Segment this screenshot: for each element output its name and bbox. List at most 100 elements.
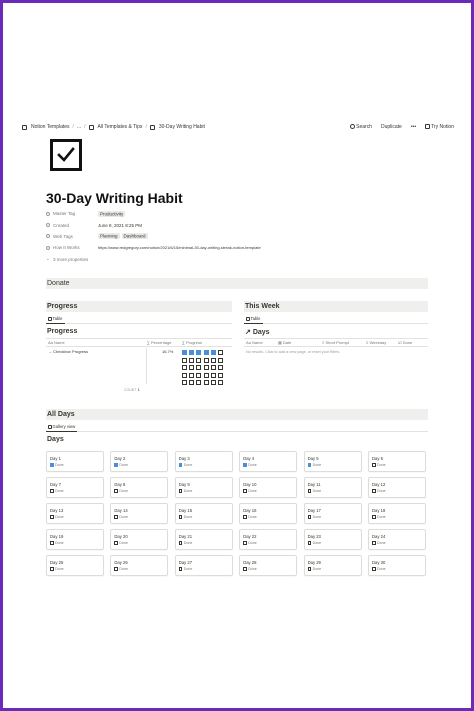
column-header-name[interactable]: Aa Name: [48, 339, 65, 346]
done-checkbox[interactable]: [50, 541, 54, 545]
property-how-it-works[interactable]: How It Works https://www.redgregory.com/…: [46, 242, 426, 253]
day-card[interactable]: Day 6 Done: [368, 451, 426, 472]
done-checkbox[interactable]: [114, 515, 118, 519]
day-card[interactable]: Day 8 Done: [110, 477, 169, 498]
day-card[interactable]: Day 30 Done: [368, 555, 426, 576]
done-label: Done: [248, 462, 257, 467]
done-checkbox[interactable]: [372, 515, 376, 519]
done-checkbox[interactable]: [243, 541, 247, 545]
day-card[interactable]: Day 13 Done: [46, 503, 104, 524]
done-checkbox[interactable]: [178, 515, 183, 519]
done-checkbox[interactable]: [50, 463, 54, 467]
progress-checkbox-cell: [210, 357, 216, 363]
day-card[interactable]: Day 22 Done: [239, 529, 298, 550]
done-checkbox[interactable]: [178, 567, 183, 571]
duplicate-button[interactable]: Duplicate: [381, 124, 402, 130]
day-card[interactable]: Day 10 Done: [239, 477, 298, 498]
day-card[interactable]: Day 12 Done: [368, 477, 426, 498]
day-card[interactable]: Day 29 Done: [303, 555, 362, 576]
day-card[interactable]: Day 21 Done: [174, 529, 233, 550]
breadcrumb-item-current[interactable]: 30-Day Writing Habit: [159, 124, 205, 130]
progress-table-title[interactable]: Progress: [47, 328, 77, 335]
done-checkbox[interactable]: [243, 463, 247, 467]
property-link[interactable]: https://www.redgregory.com/notion/2021/6…: [98, 245, 261, 250]
done-checkbox[interactable]: [50, 567, 54, 571]
progress-checkbox-cell: [210, 350, 216, 355]
property-created[interactable]: Created June 8, 2021 8:25 PM: [46, 219, 426, 230]
tab-table[interactable]: Table: [244, 315, 263, 324]
day-card[interactable]: Day 19 Done: [46, 529, 104, 550]
done-checkbox[interactable]: [307, 515, 312, 519]
done-checkbox[interactable]: [372, 489, 376, 493]
done-checkbox[interactable]: [307, 463, 312, 467]
done-checkbox[interactable]: [114, 489, 118, 493]
page-title[interactable]: 30-Day Writing Habit: [46, 190, 183, 206]
property-label: How It Works: [53, 245, 80, 251]
day-card-title: Day 10: [243, 482, 257, 487]
day-card[interactable]: Day 20 Done: [110, 529, 169, 550]
done-checkbox[interactable]: [307, 489, 312, 493]
column-header-weekday[interactable]: Σ Weekday: [366, 339, 386, 346]
day-card[interactable]: Day 7 Done: [46, 477, 104, 498]
column-header-progress[interactable]: ∑ Progress: [182, 339, 202, 346]
search-button[interactable]: Search: [350, 124, 372, 130]
day-card[interactable]: Day 27 Done: [174, 555, 233, 576]
gallery-title[interactable]: Days: [47, 436, 64, 443]
day-card[interactable]: Day 26 Done: [110, 555, 169, 576]
tab-table[interactable]: Table: [46, 315, 65, 324]
done-checkbox[interactable]: [50, 515, 54, 519]
this-week-table-title[interactable]: ↗ Days: [245, 328, 270, 336]
day-card[interactable]: Day 5 Done: [303, 451, 362, 472]
day-card[interactable]: Day 18 Done: [368, 503, 426, 524]
day-card[interactable]: Day 25 Done: [46, 555, 104, 576]
column-header-percentage[interactable]: ∑ Percentage: [147, 339, 171, 346]
day-card[interactable]: Day 15 Done: [174, 503, 233, 524]
breadcrumb-item[interactable]: Notion Templates: [31, 124, 70, 130]
done-checkbox[interactable]: [372, 567, 376, 571]
done-checkbox[interactable]: [114, 541, 118, 545]
done-checkbox[interactable]: [178, 489, 183, 493]
breadcrumb-item[interactable]: All Templates & Tips: [98, 124, 143, 130]
done-checkbox[interactable]: [372, 463, 376, 467]
column-header-done[interactable]: ☑ Done: [398, 339, 412, 346]
day-card[interactable]: Day 28 Done: [239, 555, 298, 576]
day-card[interactable]: Day 4 Done: [239, 451, 298, 472]
day-card[interactable]: Day 2 Done: [110, 451, 169, 472]
day-card-title: Day 22: [243, 534, 257, 539]
day-card[interactable]: Day 24 Done: [368, 529, 426, 550]
try-notion-button[interactable]: Try Notion: [425, 124, 454, 130]
day-card[interactable]: Day 11 Done: [303, 477, 362, 498]
done-label: Done: [377, 488, 386, 493]
tab-gallery-view[interactable]: Gallery view: [46, 423, 78, 432]
done-checkbox[interactable]: [243, 489, 247, 493]
property-master-tag[interactable]: Master Tag Productivity: [46, 208, 426, 219]
day-card[interactable]: Day 23 Done: [303, 529, 362, 550]
day-card-title: Day 7: [50, 482, 61, 487]
more-properties[interactable]: ⌄ 3 more properties: [46, 254, 426, 265]
column-header-date[interactable]: ▦ Date: [278, 339, 291, 346]
done-checkbox[interactable]: [114, 463, 118, 467]
property-web-tags[interactable]: Web Tags Planning Dashboard: [46, 231, 426, 242]
day-card[interactable]: Day 14 Done: [110, 503, 169, 524]
day-card[interactable]: Day 3 Done: [174, 451, 233, 472]
done-checkbox[interactable]: [114, 567, 118, 571]
column-header-name[interactable]: Aa Name: [246, 339, 263, 346]
donate-toggle[interactable]: Donate: [46, 278, 428, 289]
done-checkbox[interactable]: [243, 567, 247, 571]
breadcrumb-item[interactable]: ...: [77, 124, 81, 130]
column-header-short-prompt[interactable]: ≡ Short Prompt: [322, 339, 349, 346]
day-card[interactable]: Day 9 Done: [174, 477, 233, 498]
done-checkbox[interactable]: [50, 489, 54, 493]
done-checkbox[interactable]: [178, 541, 183, 545]
done-checkbox[interactable]: [243, 515, 247, 519]
more-button[interactable]: •••: [411, 124, 416, 130]
done-checkbox[interactable]: [178, 463, 183, 467]
done-checkbox[interactable]: [307, 541, 312, 545]
day-card[interactable]: Day 1 Done: [46, 451, 104, 472]
day-card[interactable]: Day 16 Done: [239, 503, 298, 524]
empty-state-message[interactable]: No results. Click to add a new page, or …: [246, 350, 340, 354]
done-checkbox[interactable]: [307, 567, 312, 571]
done-checkbox[interactable]: [372, 541, 376, 545]
day-card-title: Day 11: [307, 482, 321, 487]
day-card[interactable]: Day 17 Done: [303, 503, 362, 524]
